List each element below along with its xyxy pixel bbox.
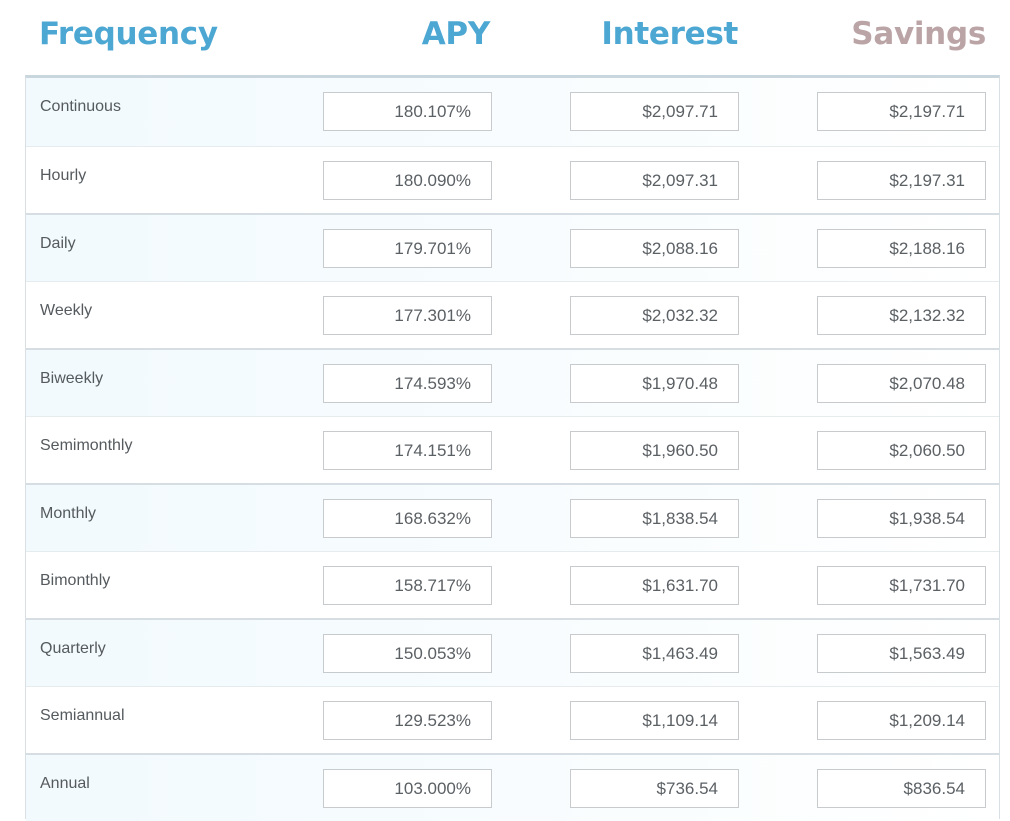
apy-column-header: APY [421,16,491,52]
interest-field[interactable]: $2,097.31 [570,161,739,200]
savings-field[interactable]: $836.54 [817,769,986,808]
frequency-label: Semiannual [40,707,125,724]
frequency-label: Bimonthly [40,572,111,589]
table-row: Biweekly 174.593% $1,970.48 $2,070.48 [26,348,999,416]
apy-field[interactable]: 158.717% [323,566,492,605]
savings-field[interactable]: $1,938.54 [817,499,986,538]
savings-field[interactable]: $1,563.49 [817,634,986,673]
apy-field[interactable]: 180.107% [323,92,492,131]
interest-field[interactable]: $2,097.71 [570,92,739,131]
apy-field[interactable]: 168.632% [323,499,492,538]
table-row: Quarterly 150.053% $1,463.49 $1,563.49 [26,618,999,686]
interest-field[interactable]: $736.54 [570,769,739,808]
table-row: Daily 179.701% $2,088.16 $2,188.16 [26,213,999,281]
table-row: Weekly 177.301% $2,032.32 $2,132.32 [26,281,999,349]
table-row: Hourly 180.090% $2,097.31 $2,197.31 [26,146,999,214]
savings-field[interactable]: $2,197.31 [817,161,986,200]
table-row: Semimonthly 174.151% $1,960.50 $2,060.50 [26,416,999,484]
interest-field[interactable]: $1,960.50 [570,431,739,470]
interest-field[interactable]: $2,088.16 [570,229,739,268]
savings-field[interactable]: $2,132.32 [817,296,986,335]
interest-field[interactable]: $1,970.48 [570,364,739,403]
frequency-label: Monthly [40,505,97,522]
frequency-label: Hourly [40,167,87,184]
apy-field[interactable]: 174.151% [323,431,492,470]
apy-field[interactable]: 180.090% [323,161,492,200]
table-row: Annual 103.000% $736.54 $836.54 [26,753,999,821]
frequency-label: Biweekly [40,370,104,387]
savings-field[interactable]: $2,188.16 [817,229,986,268]
apy-field[interactable]: 177.301% [323,296,492,335]
savings-column-header: Savings [851,16,986,52]
savings-field[interactable]: $1,731.70 [817,566,986,605]
apy-field[interactable]: 179.701% [323,229,492,268]
frequency-label: Quarterly [40,640,106,657]
apy-field[interactable]: 103.000% [323,769,492,808]
apy-field[interactable]: 174.593% [323,364,492,403]
savings-field[interactable]: $1,209.14 [817,701,986,740]
table-row: Bimonthly 158.717% $1,631.70 $1,731.70 [26,551,999,619]
frequency-column-header: Frequency [39,16,218,52]
frequency-label: Weekly [40,302,93,319]
interest-field[interactable]: $1,463.49 [570,634,739,673]
table-row: Monthly 168.632% $1,838.54 $1,938.54 [26,483,999,551]
frequency-label: Semimonthly [40,437,133,454]
savings-field[interactable]: $2,197.71 [817,92,986,131]
interest-field[interactable]: $2,032.32 [570,296,739,335]
compounding-frequency-table: Continuous 180.107% $2,097.71 $2,197.71 … [25,75,1000,821]
interest-field[interactable]: $1,109.14 [570,701,739,740]
apy-field[interactable]: 129.523% [323,701,492,740]
savings-field[interactable]: $2,060.50 [817,431,986,470]
frequency-label: Continuous [40,98,121,115]
frequency-label: Daily [40,235,76,252]
apy-field[interactable]: 150.053% [323,634,492,673]
savings-field[interactable]: $2,070.48 [817,364,986,403]
interest-field[interactable]: $1,631.70 [570,566,739,605]
table-header: Frequency APY Interest Savings [0,0,1010,76]
interest-field[interactable]: $1,838.54 [570,499,739,538]
frequency-label: Annual [40,775,90,792]
table-row: Semiannual 129.523% $1,109.14 $1,209.14 [26,686,999,754]
table-row: Continuous 180.107% $2,097.71 $2,197.71 [26,78,999,146]
interest-column-header: Interest [601,16,738,52]
